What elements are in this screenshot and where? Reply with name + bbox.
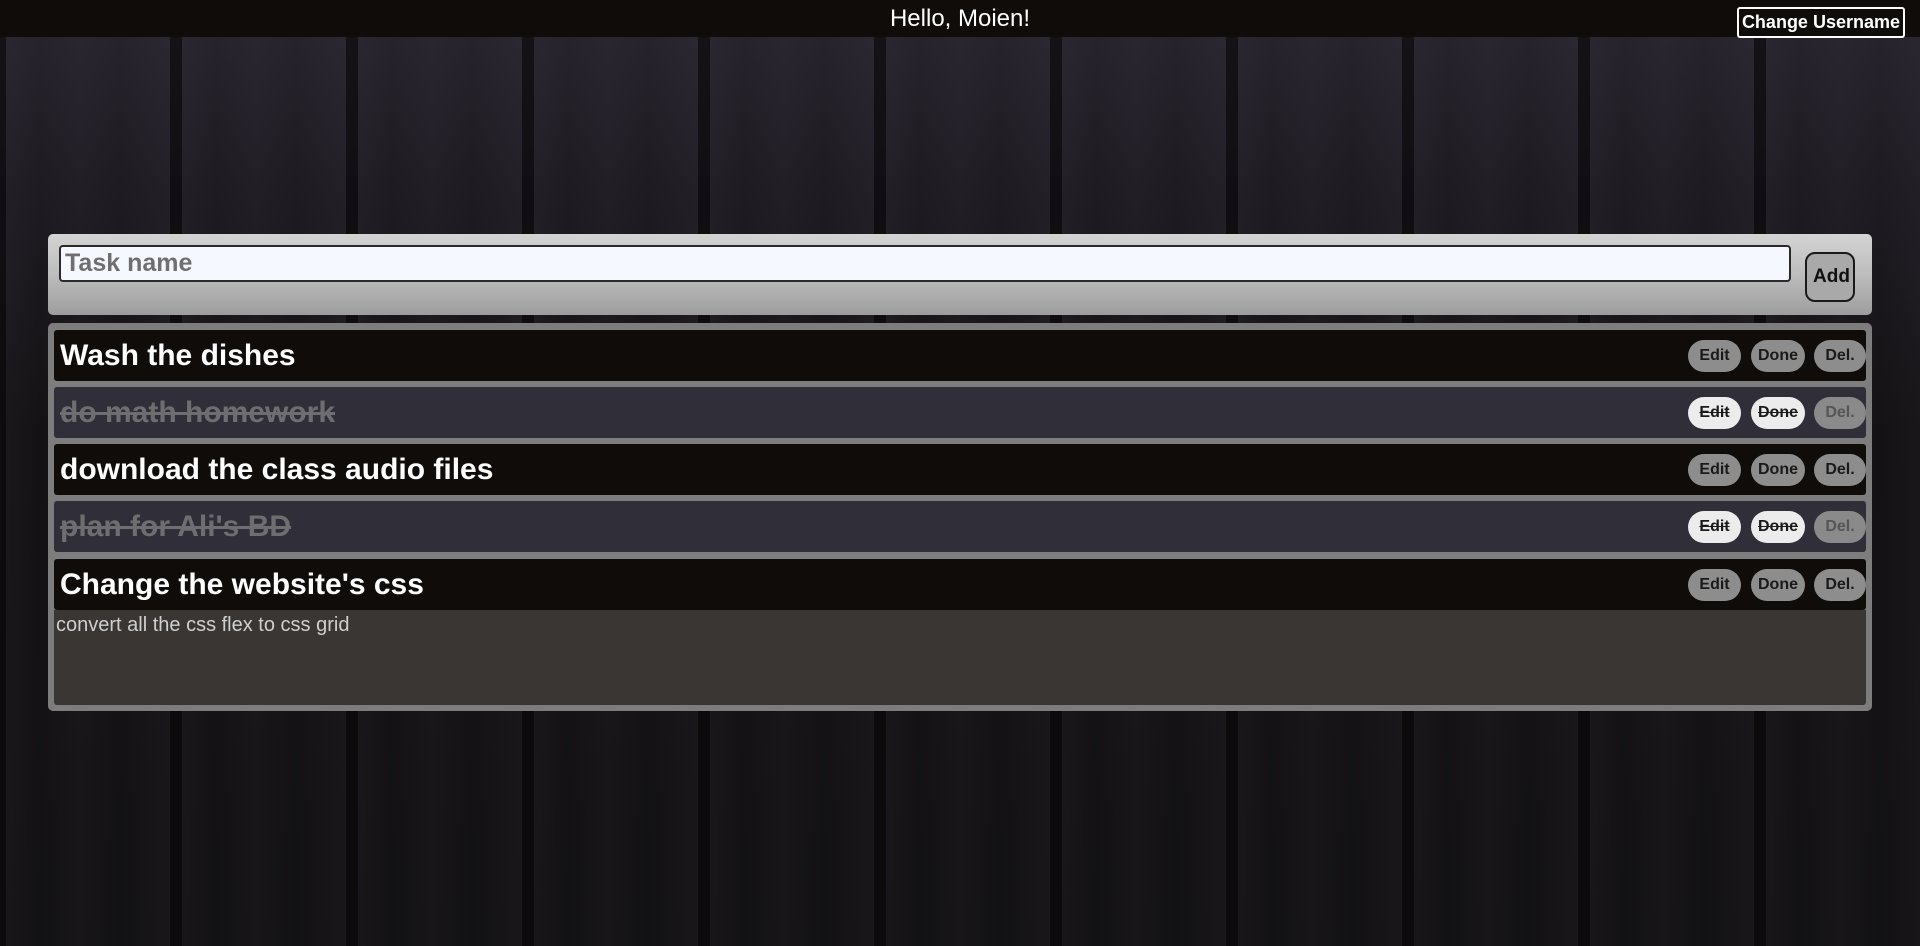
done-task-button[interactable]: Done	[1751, 340, 1805, 372]
greeting-text: Hello, Moien!	[889, 5, 1031, 32]
task-title[interactable]: Wash the dishes	[60, 330, 296, 381]
done-task-button[interactable]: Done	[1751, 454, 1805, 486]
task-row: download the class audio files Edit Done…	[54, 444, 1866, 495]
delete-task-button[interactable]: Del.	[1814, 511, 1866, 543]
task-name-input[interactable]	[59, 245, 1791, 282]
task-row-expanded: Change the website's css Edit Done Del.	[54, 559, 1866, 610]
task-title[interactable]: do math homework	[60, 387, 335, 438]
task-row-completed: plan for Ali's BD Edit Done Del.	[54, 501, 1866, 552]
change-username-button[interactable]: Change Username	[1736, 7, 1905, 38]
task-title[interactable]: download the class audio files	[60, 444, 493, 495]
task-list: Wash the dishes Edit Done Del. do math h…	[48, 323, 1872, 711]
new-task-panel: Add	[48, 234, 1872, 315]
add-task-button[interactable]: Add	[1805, 252, 1855, 302]
task-title[interactable]: plan for Ali's BD	[60, 501, 291, 552]
edit-task-button[interactable]: Edit	[1688, 397, 1741, 429]
done-task-button[interactable]: Done	[1751, 569, 1805, 601]
delete-task-button[interactable]: Del.	[1814, 454, 1866, 486]
edit-task-button[interactable]: Edit	[1688, 454, 1741, 486]
task-title[interactable]: Change the website's css	[60, 559, 424, 610]
task-description: convert all the css flex to css grid	[56, 614, 350, 636]
edit-task-button[interactable]: Edit	[1688, 340, 1741, 372]
delete-task-button[interactable]: Del.	[1814, 569, 1866, 601]
done-task-button[interactable]: Done	[1751, 397, 1805, 429]
done-task-button[interactable]: Done	[1751, 511, 1805, 543]
edit-task-button[interactable]: Edit	[1688, 569, 1741, 601]
delete-task-button[interactable]: Del.	[1814, 340, 1866, 372]
delete-task-button[interactable]: Del.	[1814, 397, 1866, 429]
task-row: Wash the dishes Edit Done Del.	[54, 330, 1866, 381]
task-description-panel: convert all the css flex to css grid	[54, 610, 1866, 705]
task-row-completed: do math homework Edit Done Del.	[54, 387, 1866, 438]
edit-task-button[interactable]: Edit	[1688, 511, 1741, 543]
